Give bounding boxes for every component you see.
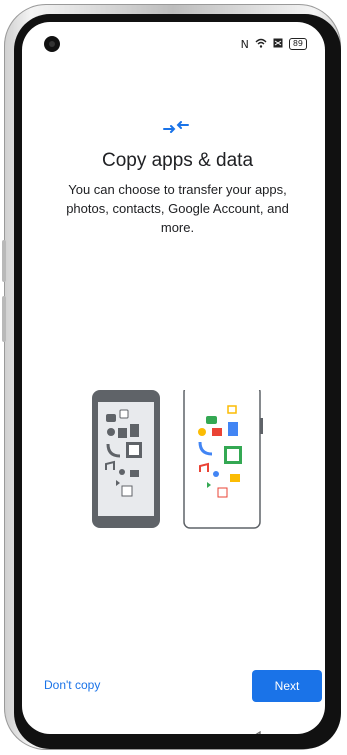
sim-icon xyxy=(273,38,283,51)
phone-screen: N 89 Copy apps & data You can choose to … xyxy=(22,22,325,734)
nfc-icon: N xyxy=(240,37,249,51)
page-title: Copy apps & data xyxy=(101,150,254,171)
transfer-illustration xyxy=(92,390,263,529)
volume-button xyxy=(2,240,6,282)
back-nav-icon[interactable] xyxy=(250,730,262,734)
front-camera xyxy=(44,36,60,52)
transfer-arrows-icon xyxy=(162,118,190,136)
power-button xyxy=(2,296,6,342)
battery-icon: 89 xyxy=(288,38,307,50)
page-subtitle: You can choose to transfer your apps, ph… xyxy=(66,182,289,235)
status-bar: N 89 xyxy=(241,36,307,52)
dont-copy-button[interactable]: Don't copy xyxy=(44,678,100,692)
wifi-icon xyxy=(255,38,267,51)
next-button[interactable]: Next xyxy=(252,670,322,702)
